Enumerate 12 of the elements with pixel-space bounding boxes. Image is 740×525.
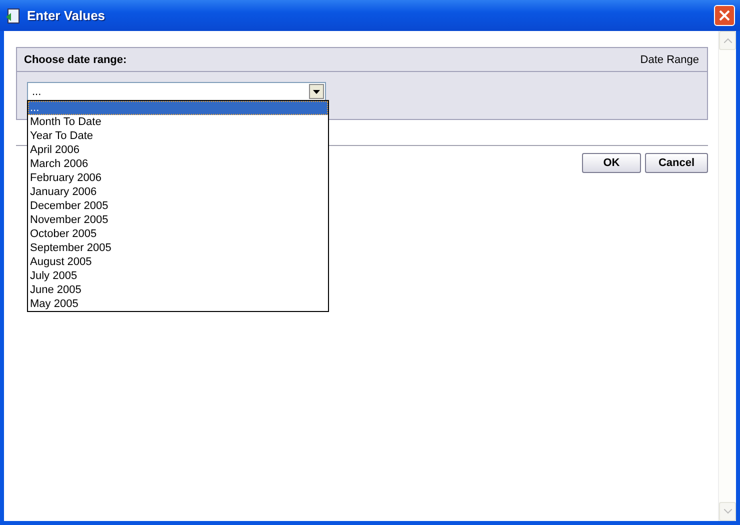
close-icon [719,10,730,21]
dropdown-option[interactable]: ... [28,101,328,115]
panel-label: Date Range [640,54,699,66]
app-icon [5,8,21,24]
scroll-up-icon[interactable] [719,31,736,50]
scroll-down-icon[interactable] [719,502,736,521]
close-button[interactable] [714,5,735,26]
cancel-button[interactable]: Cancel [645,153,708,173]
window-title: Enter Values [27,8,106,23]
date-range-select[interactable]: ... [27,82,326,101]
panel-title: Choose date range: [24,54,127,66]
ok-button[interactable]: OK [582,153,641,173]
